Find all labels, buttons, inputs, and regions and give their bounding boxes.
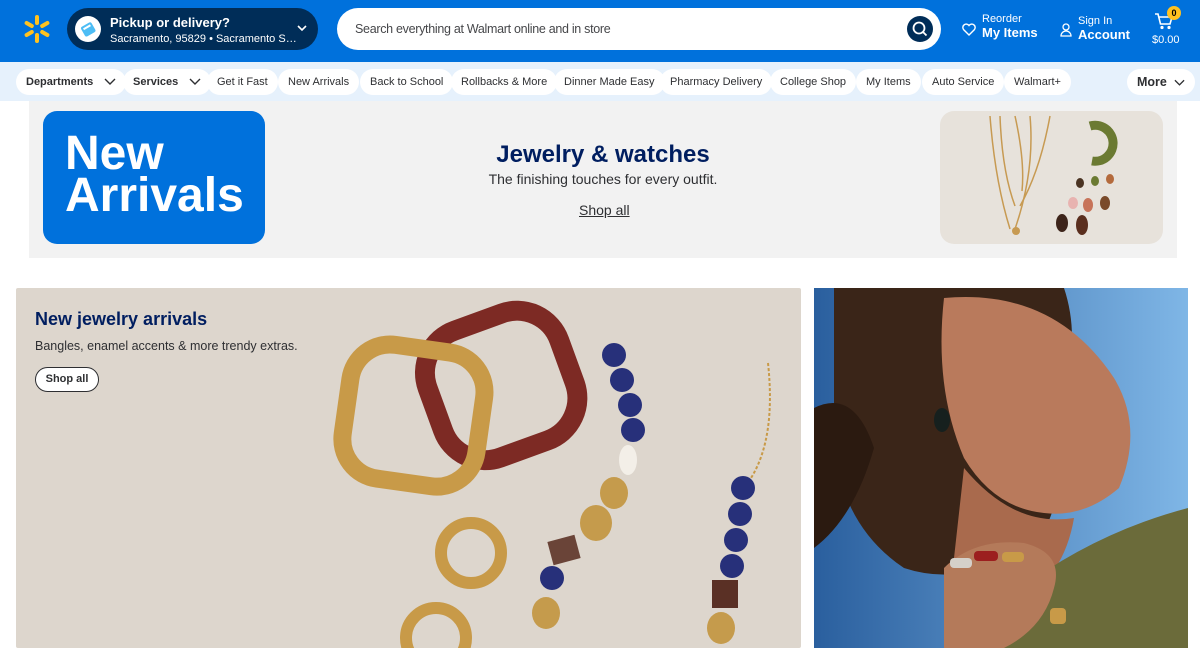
nav-link-auto-service[interactable]: Auto Service xyxy=(922,69,1005,95)
search-bar[interactable]: Search everything at Walmart online and … xyxy=(337,8,941,50)
more-dropdown[interactable]: More xyxy=(1127,69,1196,95)
user-icon xyxy=(1060,23,1072,37)
new-jewelry-arrivals-card: New jewelry arrivals Bangles, enamel acc… xyxy=(16,288,801,648)
chevron-down-icon xyxy=(1174,79,1185,86)
jewelry-watches-banner: New Arrivals Jewelry & watches The finis… xyxy=(29,101,1177,258)
more-label: More xyxy=(1137,75,1167,89)
pickup-location: Sacramento, 95829 • Sacramento Supe... xyxy=(110,33,298,45)
services-label: Services xyxy=(133,76,179,88)
search-input[interactable]: Search everything at Walmart online and … xyxy=(355,22,611,36)
nav-link-pharmacy-delivery[interactable]: Pharmacy Delivery xyxy=(660,69,773,95)
pickup-or-delivery-button[interactable]: Pickup or delivery? Sacramento, 95829 • … xyxy=(67,8,318,50)
walmart-spark-logo[interactable] xyxy=(22,14,52,44)
hero-heading: New jewelry arrivals xyxy=(35,309,208,329)
chevron-down-icon xyxy=(189,78,201,86)
cart-total: $0.00 xyxy=(1152,34,1180,46)
search-button[interactable] xyxy=(907,16,933,42)
top-header: Pickup or delivery? Sacramento, 95829 • … xyxy=(0,0,1200,62)
jewelry-thumbnail-image[interactable] xyxy=(940,111,1163,244)
nav-link-get-it-fast[interactable]: Get it Fast xyxy=(207,69,278,95)
nav-link-rollbacks[interactable]: Rollbacks & More xyxy=(451,69,558,95)
nav-link-my-items[interactable]: My Items xyxy=(856,69,921,95)
cart-count-badge: 0 xyxy=(1167,6,1181,20)
search-icon xyxy=(912,21,928,37)
nav-link-back-to-school[interactable]: Back to School xyxy=(360,69,454,95)
cart-button[interactable]: 0 $0.00 xyxy=(1150,6,1190,52)
heart-icon xyxy=(962,23,976,36)
nav-link-college-shop[interactable]: College Shop xyxy=(770,69,857,95)
hero-shop-all-button[interactable]: Shop all xyxy=(35,367,99,392)
sign-in-label: Sign In xyxy=(1078,15,1113,27)
nav-link-dinner-made-easy[interactable]: Dinner Made Easy xyxy=(554,69,665,95)
nav-link-new-arrivals[interactable]: New Arrivals xyxy=(278,69,360,95)
pickup-delivery-icon xyxy=(75,16,101,42)
model-photo xyxy=(814,288,1188,648)
model-wearing-jewelry-image[interactable] xyxy=(814,288,1188,648)
hero-subheading: Bangles, enamel accents & more trendy ex… xyxy=(35,339,298,353)
chevron-down-icon xyxy=(297,25,307,32)
departments-dropdown[interactable]: Departments xyxy=(16,69,127,95)
my-items-label: My Items xyxy=(982,25,1038,40)
category-nav: Departments Services Get it Fast New Arr… xyxy=(0,62,1200,101)
banner-shop-all-link[interactable]: Shop all xyxy=(579,202,630,218)
nav-link-walmart-plus[interactable]: Walmart+ xyxy=(1004,69,1071,95)
departments-label: Departments xyxy=(26,76,94,88)
services-dropdown[interactable]: Services xyxy=(123,69,212,95)
pickup-title: Pickup or delivery? xyxy=(110,15,230,30)
account-label: Account xyxy=(1078,27,1130,42)
chevron-down-icon xyxy=(104,78,116,86)
reorder-label: Reorder xyxy=(982,13,1022,25)
